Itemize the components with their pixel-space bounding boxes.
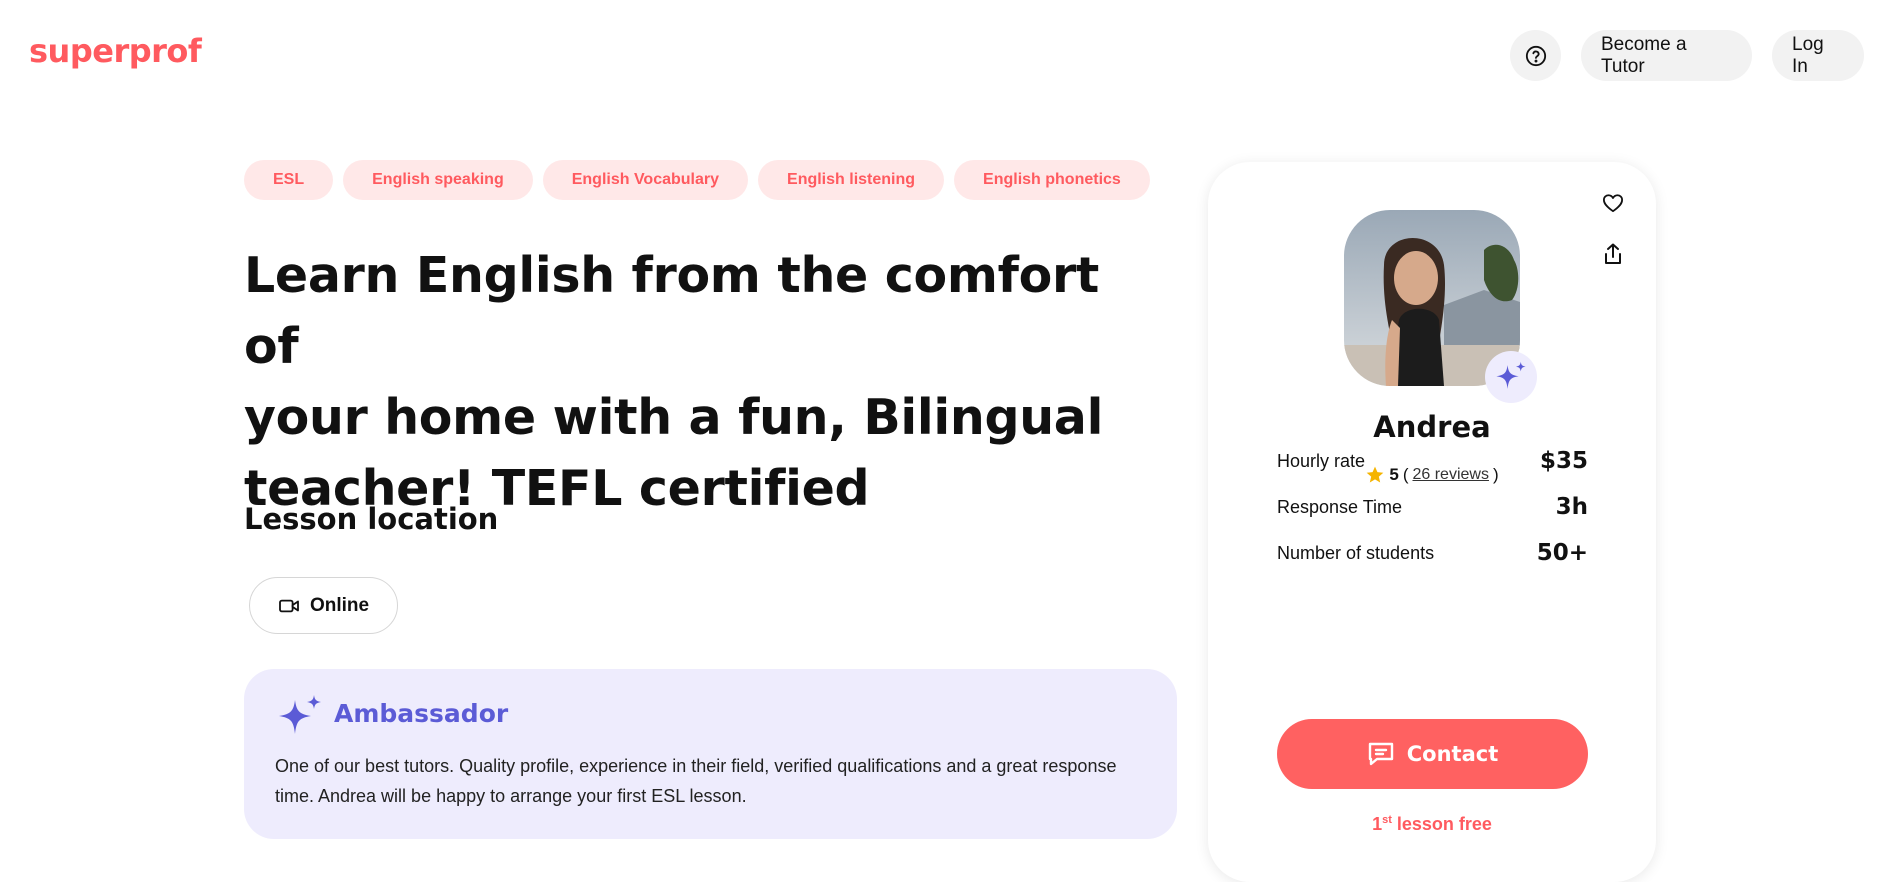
- tag-english-vocabulary[interactable]: English Vocabulary: [542, 160, 749, 200]
- tag-english-phonetics[interactable]: English phonetics: [954, 160, 1150, 200]
- tutor-name: Andrea: [1373, 410, 1491, 444]
- free-lesson-text: lesson free: [1391, 814, 1492, 834]
- top-bar: superprof Become a Tutor Log In: [0, 0, 1892, 110]
- stat-label: Number of students: [1277, 542, 1435, 563]
- superprof-logo[interactable]: superprof: [29, 32, 202, 70]
- contact-label: Contact: [1406, 742, 1499, 766]
- login-button[interactable]: Log In: [1772, 30, 1864, 81]
- tutor-card: Andrea 5 (26 reviews) Hourly rate $35 Re…: [1208, 162, 1656, 882]
- subject-tags: ESL English speaking English Vocabulary …: [244, 160, 1150, 200]
- free-lesson-number: 1: [1372, 814, 1383, 834]
- tag-english-speaking[interactable]: English speaking: [343, 160, 533, 200]
- chat-bubble-icon: [1368, 742, 1393, 766]
- ambassador-title: Ambassador: [334, 699, 509, 728]
- lesson-location-title: Lesson location: [244, 502, 499, 536]
- ambassador-badge: [1485, 351, 1537, 403]
- heart-icon[interactable]: [1602, 193, 1624, 213]
- stat-row-response-time: Response Time 3h: [1277, 494, 1588, 520]
- tag-english-listening[interactable]: English listening: [758, 160, 945, 200]
- free-lesson-note: 1st lesson free: [1208, 814, 1656, 835]
- contact-button[interactable]: Contact: [1277, 719, 1588, 789]
- sparkle-badge-icon: [1496, 361, 1526, 389]
- online-label: Online: [309, 594, 370, 616]
- help-button[interactable]: [1510, 30, 1561, 81]
- become-tutor-button[interactable]: Become a Tutor: [1581, 30, 1752, 81]
- online-location-chip[interactable]: Online: [249, 577, 398, 634]
- question-circle-icon: [1525, 45, 1546, 66]
- free-lesson-ordinal: st: [1382, 814, 1392, 826]
- sparkle-icon: [279, 695, 321, 734]
- stat-value: 3h: [1555, 494, 1588, 520]
- ambassador-description: One of our best tutors. Quality profile,…: [275, 756, 1117, 806]
- stat-label: Hourly rate: [1277, 450, 1366, 471]
- video-camera-icon: [279, 599, 299, 612]
- page-title: Learn English from the comfort of your h…: [244, 240, 1144, 524]
- tag-esl[interactable]: ESL: [244, 160, 334, 200]
- stat-row-hourly-rate: Hourly rate $35: [1277, 448, 1588, 474]
- ambassador-panel: Ambassador One of our best tutors. Quali…: [244, 669, 1177, 839]
- title-line-1: Learn English from the comfort of: [244, 247, 1099, 375]
- share-icon[interactable]: [1603, 243, 1623, 265]
- stat-value: $35: [1539, 448, 1588, 474]
- stat-label: Response Time: [1277, 496, 1403, 517]
- stat-row-students: Number of students 50+: [1277, 540, 1588, 566]
- title-line-2: your home with a fun, Bilingual: [244, 389, 1104, 446]
- stat-value: 50+: [1536, 540, 1588, 566]
